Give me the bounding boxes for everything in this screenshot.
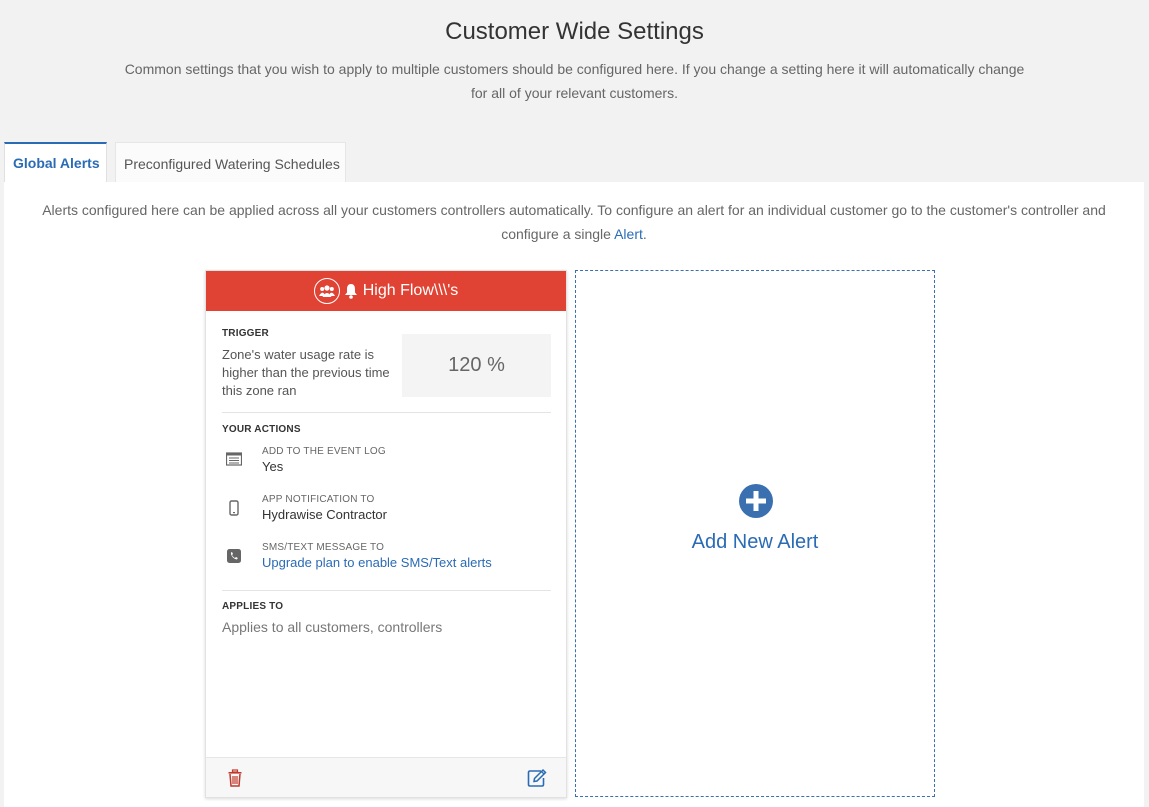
applies-section: APPLIES TO Applies to all customers, con… xyxy=(222,601,552,635)
intro-suffix: . xyxy=(642,226,647,242)
edit-icon xyxy=(527,768,547,787)
tab-preconfigured-watering-schedules[interactable]: Preconfigured Watering Schedules xyxy=(115,142,346,183)
customers-group-icon xyxy=(313,278,340,304)
trigger-value: 120 % xyxy=(402,334,551,397)
action-label: SMS/TEXT MESSAGE TO xyxy=(262,542,385,553)
add-new-alert-button[interactable]: Add New Alert xyxy=(575,270,935,797)
list-icon xyxy=(225,452,243,468)
tab-global-alerts[interactable]: Global Alerts xyxy=(4,142,107,183)
plus-circle-icon[interactable] xyxy=(739,484,773,518)
action-value: Hydrawise Contractor xyxy=(262,507,387,522)
action-event-log: ADD TO THE EVENT LOG Yes xyxy=(222,446,552,482)
actions-section: YOUR ACTIONS ADD TO THE EVENT LOG Yes AP… xyxy=(222,424,552,570)
action-label: APP NOTIFICATION TO xyxy=(262,494,375,505)
intro-text-body: Alerts configured here can be applied ac… xyxy=(42,202,1106,242)
trash-icon xyxy=(228,769,242,787)
divider xyxy=(222,412,551,413)
page-subtitle: Common settings that you wish to apply t… xyxy=(124,61,1025,101)
action-sms: SMS/TEXT MESSAGE TO Upgrade plan to enab… xyxy=(222,542,552,578)
divider xyxy=(222,590,551,591)
applies-label: APPLIES TO xyxy=(222,601,284,612)
action-label: ADD TO THE EVENT LOG xyxy=(262,446,386,457)
global-alerts-panel: Alerts configured here can be applied ac… xyxy=(4,182,1144,807)
action-value: Yes xyxy=(262,459,284,474)
page-title: Customer Wide Settings xyxy=(445,18,704,45)
alert-title: High Flow\\\'s xyxy=(362,282,459,299)
mobile-phone-icon xyxy=(226,500,242,516)
edit-alert-button[interactable] xyxy=(527,768,547,788)
alert-link[interactable]: Alert xyxy=(614,226,643,242)
intro-text: Alerts configured here can be applied ac… xyxy=(38,198,1110,246)
action-app-notification: APP NOTIFICATION TO Hydrawise Contractor xyxy=(222,494,552,530)
upgrade-plan-link[interactable]: Upgrade plan to enable SMS/Text alerts xyxy=(262,555,492,570)
bell-icon xyxy=(344,283,358,299)
alert-card-footer xyxy=(206,757,566,797)
trigger-description: Zone's water usage rate is higher than t… xyxy=(222,347,390,398)
actions-label: YOUR ACTIONS xyxy=(222,424,301,435)
phone-icon xyxy=(226,548,242,564)
alert-card-header: High Flow\\\'s xyxy=(206,271,566,311)
delete-alert-button[interactable] xyxy=(226,769,244,787)
trigger-section: TRIGGER Zone's water usage rate is highe… xyxy=(222,328,552,398)
alert-card: High Flow\\\'s TRIGGER Zone's water usag… xyxy=(205,270,567,798)
applies-text: Applies to all customers, controllers xyxy=(222,619,443,635)
add-new-alert-label[interactable]: Add New Alert xyxy=(576,531,934,554)
